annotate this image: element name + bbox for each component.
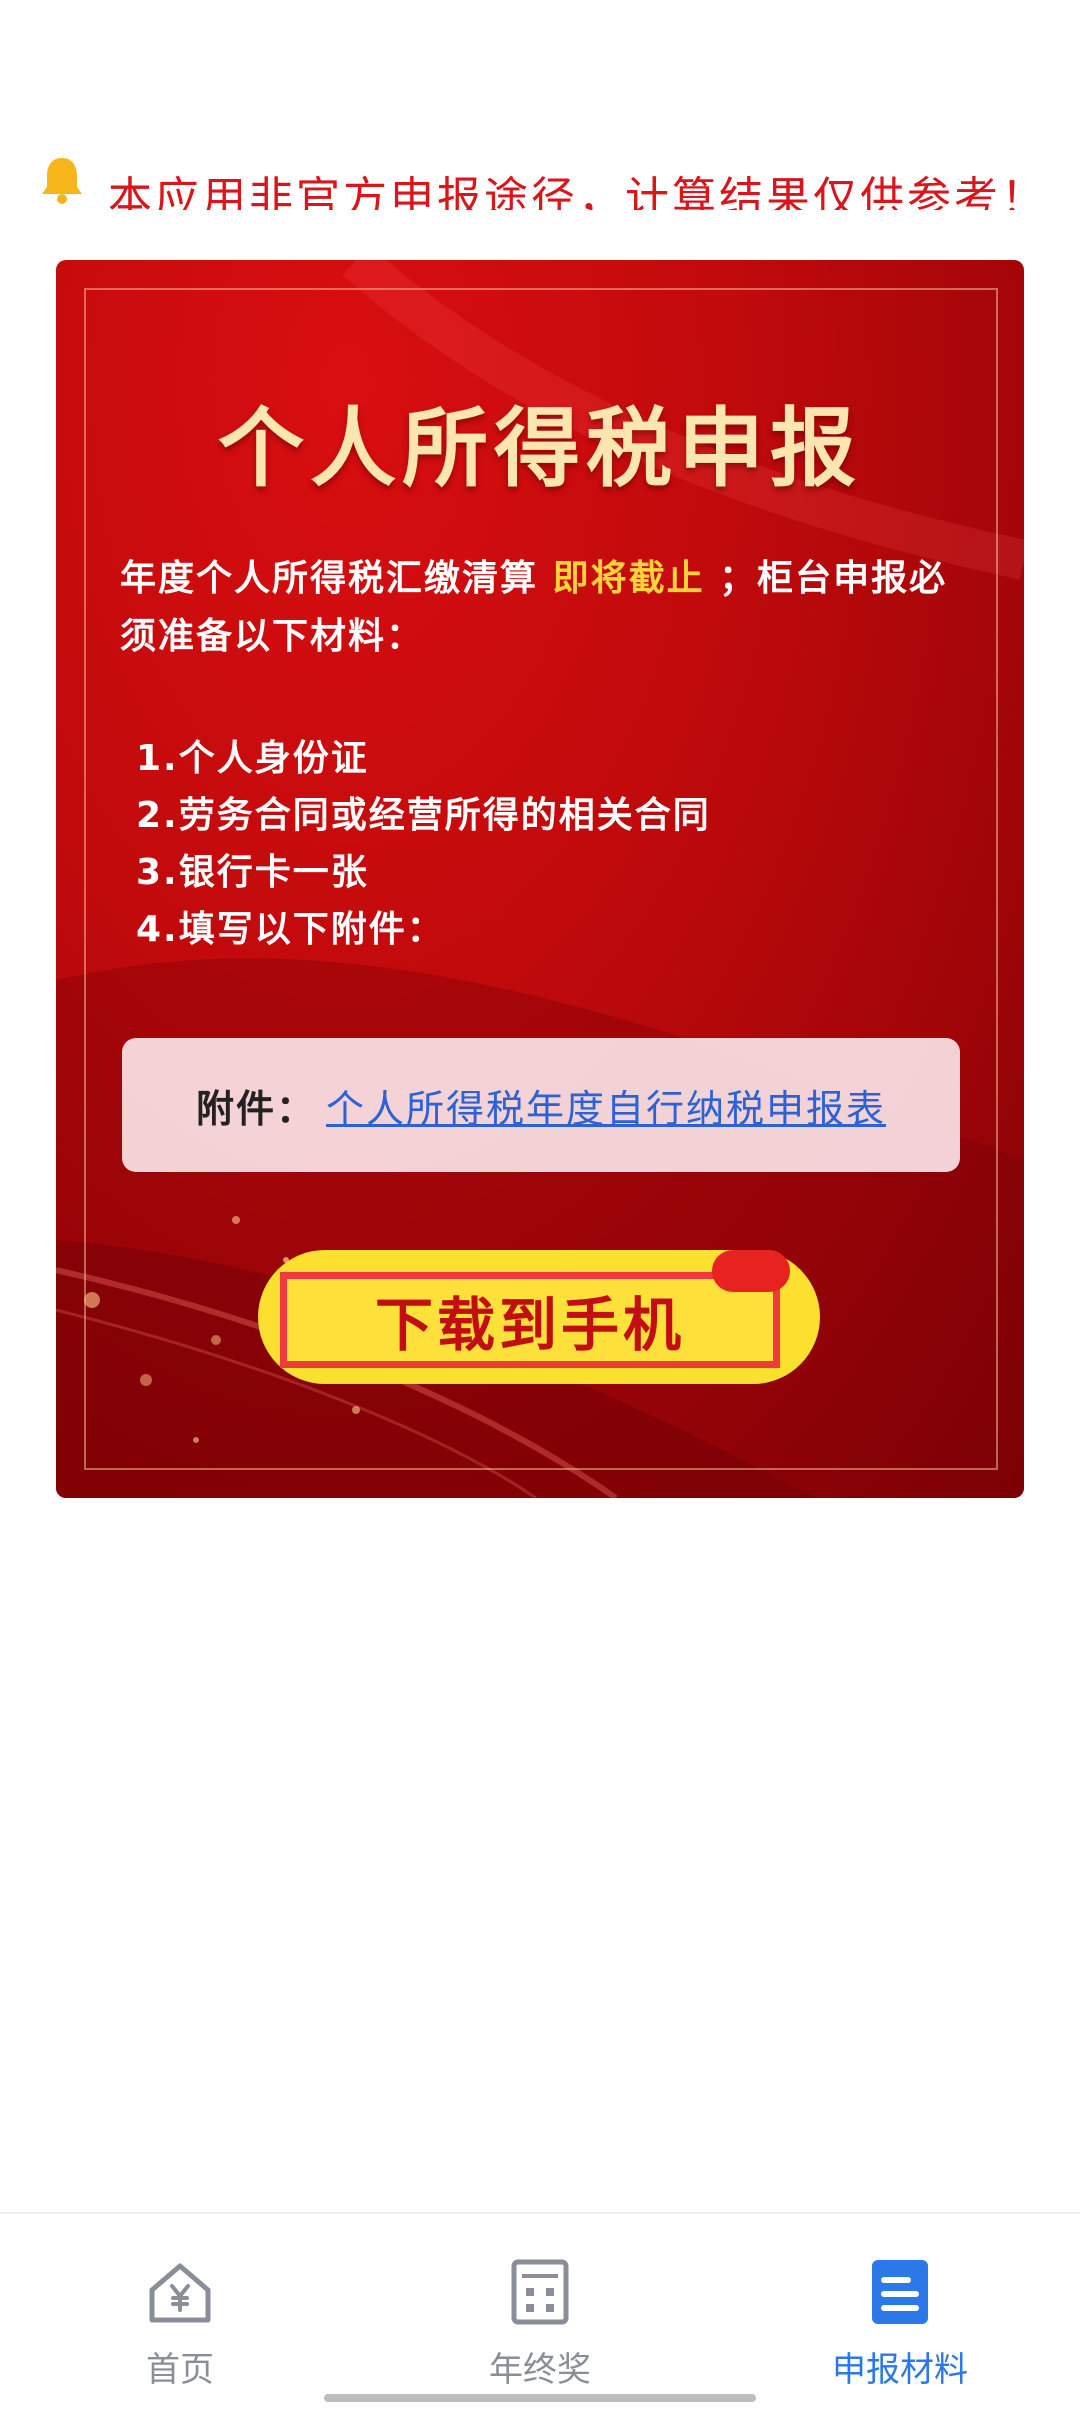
nav-label-year-end-bonus: 年终奖 <box>489 2350 591 2390</box>
deadline-highlight: 即将截止 <box>552 558 705 599</box>
poster-description: 年度个人所得税汇缴清算 即将截止 ；柜台申报必须准备以下材料： <box>120 550 980 666</box>
attachment-link[interactable]: 个人所得税年度自行纳税申报表 <box>326 1078 886 1133</box>
new-badge <box>712 1250 790 1292</box>
list-item: 4.填写以下附件： <box>136 909 445 950</box>
download-button[interactable]: 下载到手机 <box>280 1272 780 1368</box>
nav-label-home: 首页 <box>146 2350 214 2390</box>
notice-bar: 本应用非官方申报途径，计算结果仅供参考！ <box>38 150 1048 210</box>
notice-text: 本应用非官方申报途径，计算结果仅供参考！ <box>108 173 1048 210</box>
nav-item-home[interactable]: 首页 <box>80 2256 280 2391</box>
bell-icon <box>42 158 82 204</box>
calculator-icon <box>511 2259 569 2325</box>
list-item: 3.银行卡一张 <box>136 852 369 893</box>
attachment-box: 附件： 个人所得税年度自行纳税申报表 <box>122 1038 960 1172</box>
attachment-label: 附件： <box>195 1086 316 1131</box>
list-item: 2.劳务合同或经营所得的相关合同 <box>136 795 711 836</box>
bottom-nav: 首页 年终奖 申报材料 <box>0 2212 1080 2410</box>
home-indicator[interactable] <box>324 2394 756 2402</box>
list-item: 1.个人身份证 <box>136 738 369 779</box>
description-prefix: 年度个人所得税汇缴清算 <box>120 558 539 599</box>
home-yuan-icon <box>149 2263 211 2323</box>
tax-declaration-poster: 个人所得税申报 年度个人所得税汇缴清算 即将截止 ；柜台申报必须准备以下材料： … <box>56 260 1024 1498</box>
nav-item-year-end-bonus[interactable]: 年终奖 <box>440 2256 640 2391</box>
nav-label-declaration-materials: 申报材料 <box>832 2350 968 2390</box>
required-materials-list: 1.个人身份证 2.劳务合同或经营所得的相关合同 3.银行卡一张 4.填写以下附… <box>136 730 711 958</box>
download-label: 下载到手机 <box>374 1291 685 1359</box>
document-icon <box>872 2260 928 2324</box>
poster-title: 个人所得税申报 <box>218 399 862 499</box>
download-button-container: 下载到手机 <box>258 1250 820 1384</box>
nav-item-declaration-materials[interactable]: 申报材料 <box>800 2256 1000 2391</box>
